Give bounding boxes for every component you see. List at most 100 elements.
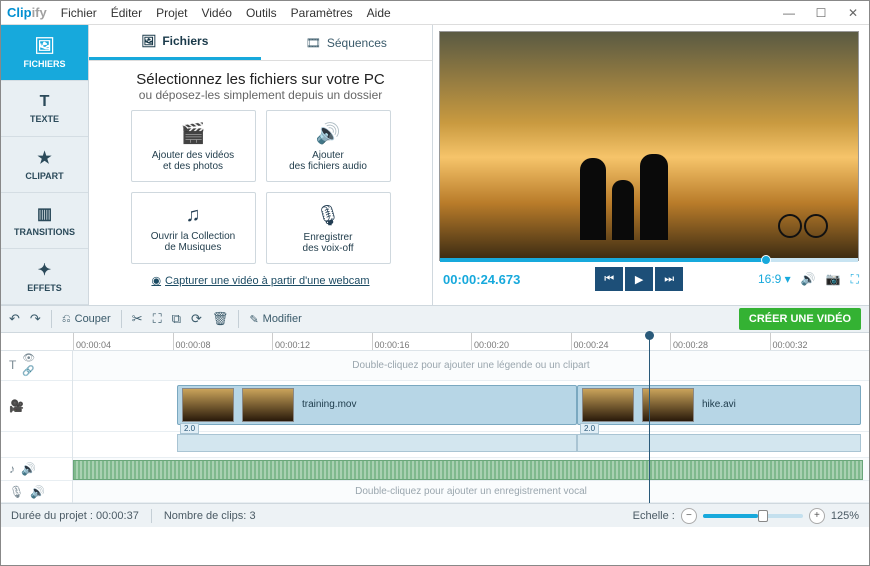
clip-count-label: Nombre de clips: 3: [164, 510, 256, 522]
left-sidebar: 🖼 FICHIERS T TEXTE ★ CLIPART ▥TRANSITIONS ✦…: [1, 25, 89, 305]
linked-audio-lane[interactable]: [73, 432, 869, 458]
text-lane[interactable]: Double-cliquez pour ajouter une légende …: [73, 351, 869, 381]
zoom-out-button[interactable]: −: [681, 508, 697, 524]
ruler-tick: 00:00:32: [770, 333, 870, 350]
video-clip-2[interactable]: hike.avi 2.0: [577, 385, 861, 425]
vocal-lane[interactable]: Double-cliquez pour ajouter un enregistr…: [73, 481, 869, 503]
edit-button[interactable]: ✎Modifier: [249, 313, 301, 326]
speaker-icon[interactable]: 🔊: [30, 485, 45, 499]
create-video-button[interactable]: CRÉER UNE VIDÉO: [739, 308, 861, 330]
track-head-vocal[interactable]: 🎙🔊: [1, 481, 72, 503]
linked-audio-clip-2[interactable]: [577, 434, 861, 452]
tab-sequences[interactable]: 🎞 Séquences: [261, 25, 433, 60]
clip-thumbnail: [182, 388, 234, 422]
track-head-video[interactable]: 🎥: [1, 381, 72, 432]
tile-add-video-photo[interactable]: 🎬Ajouter des vidéoset des photos: [131, 110, 256, 182]
snapshot-icon[interactable]: 📷: [826, 272, 841, 286]
menu-fichier[interactable]: Fichier: [61, 6, 97, 20]
speaker-icon[interactable]: 🔊: [21, 462, 36, 476]
sidebar-item-label: CLIPART: [25, 171, 63, 181]
image-icon: 🖼: [34, 36, 54, 56]
copy-icon[interactable]: ⧉: [172, 311, 181, 327]
music-clip[interactable]: [73, 460, 863, 480]
eye-icon[interactable]: 👁: [22, 353, 35, 364]
project-duration-label: Durée du projet : 00:00:37: [11, 510, 139, 522]
sidebar-item-fichiers[interactable]: 🖼 FICHIERS: [1, 25, 88, 81]
mic-icon: 🎙: [315, 203, 340, 228]
image-icon: 🖼: [141, 34, 156, 48]
linked-audio-clip-1[interactable]: [177, 434, 577, 452]
sidebar-item-label: TEXTE: [30, 114, 59, 124]
ruler-tick: 00:00:12: [272, 333, 372, 350]
tile-add-audio[interactable]: 🔊Ajouterdes fichiers audio: [266, 110, 391, 182]
film-icon: 🎞: [306, 36, 321, 50]
webcam-icon: ◉: [151, 274, 161, 287]
menu-video[interactable]: Vidéo: [201, 6, 231, 20]
zoom-in-button[interactable]: +: [809, 508, 825, 524]
rotate-icon[interactable]: ⟳: [191, 311, 202, 327]
playhead[interactable]: [649, 333, 650, 503]
app-name: Clipify: [7, 5, 47, 20]
sidebar-item-label: TRANSITIONS: [14, 227, 75, 237]
video-lane[interactable]: training.mov 2.0 hike.avi 2.0: [73, 381, 869, 432]
sidebar-item-label: FICHIERS: [23, 59, 65, 69]
clip-name: training.mov: [302, 399, 356, 410]
files-panel: 🖼Fichiers 🎞Séquences Sélectionnez les fi…: [89, 25, 433, 305]
next-button[interactable]: ⏭: [655, 267, 683, 291]
timeline-tracks: T 👁 🔗 🎥 ♪🔊 🎙🔊 Double-cliquez pour ajouter …: [1, 351, 869, 503]
panel-subtitle: ou déposez-les simplement depuis un doss…: [139, 88, 382, 102]
text-icon: T: [9, 358, 16, 372]
video-clip-1[interactable]: training.mov 2.0: [177, 385, 577, 425]
play-button[interactable]: ▶: [625, 267, 653, 291]
window-maximize[interactable]: ☐: [811, 6, 831, 20]
crop-icon[interactable]: ⛶: [153, 311, 162, 327]
timeline-ruler[interactable]: 00:00:04 00:00:08 00:00:12 00:00:16 00:0…: [1, 333, 869, 351]
webcam-capture-link[interactable]: ◉Capturer une vidéo à partir d'une webca…: [151, 274, 369, 287]
window-minimize[interactable]: —: [779, 6, 799, 20]
camera-icon: 🎥: [9, 399, 24, 413]
volume-icon[interactable]: 🔊: [801, 272, 816, 286]
tile-record-voiceover[interactable]: 🎙Enregistrerdes voix-off: [266, 192, 391, 264]
zoom-slider[interactable]: [703, 514, 803, 518]
scale-label: Echelle :: [633, 510, 675, 522]
preview-scrubber[interactable]: [440, 258, 858, 262]
clapper-icon: 🎬: [181, 121, 206, 146]
preview-video[interactable]: [439, 31, 859, 261]
menu-aide[interactable]: Aide: [367, 6, 391, 20]
preview-timecode: 00:00:24.673: [443, 272, 520, 287]
menu-editer[interactable]: Éditer: [111, 6, 142, 20]
sidebar-item-transitions[interactable]: ▥TRANSITIONS: [1, 193, 88, 249]
track-head-audio1[interactable]: [1, 432, 72, 458]
prev-button[interactable]: ⏮: [595, 267, 623, 291]
pencil-icon: ✎: [249, 313, 258, 326]
track-head-audio2[interactable]: ♪🔊: [1, 458, 72, 482]
tab-label: Séquences: [327, 36, 387, 50]
window-close[interactable]: ✕: [843, 6, 863, 20]
clip-thumbnail: [242, 388, 294, 422]
menu-parametres[interactable]: Paramètres: [291, 6, 353, 20]
text-icon: T: [40, 93, 50, 111]
redo-button[interactable]: ↷: [30, 311, 41, 327]
delete-icon[interactable]: 🗑: [212, 311, 229, 327]
link-icon[interactable]: 🔗: [22, 366, 35, 377]
menu-projet[interactable]: Projet: [156, 6, 187, 20]
menu-outils[interactable]: Outils: [246, 6, 277, 20]
music-lane[interactable]: [73, 458, 869, 482]
menu-items: Fichier Éditer Projet Vidéo Outils Param…: [61, 6, 391, 20]
tile-music-collection[interactable]: ♫Ouvrir la Collectionde Musiques: [131, 192, 256, 264]
undo-button[interactable]: ↶: [9, 311, 20, 327]
speaker-icon: 🔊: [316, 121, 341, 146]
fullscreen-icon[interactable]: ⛶: [851, 272, 859, 287]
tab-fichiers[interactable]: 🖼Fichiers: [89, 25, 261, 60]
timeline-toolbar: ↶ ↷ ⎌Couper ✂ ⛶ ⧉ ⟳ 🗑 ✎Modifier CRÉER UN…: [1, 305, 869, 333]
menubar: Clipify Fichier Éditer Projet Vidéo Outi…: [1, 1, 869, 25]
aspect-ratio-dropdown[interactable]: 16:9 ▾: [758, 272, 791, 286]
ruler-tick: 00:00:20: [471, 333, 571, 350]
cut-button[interactable]: ⎌Couper: [62, 313, 111, 326]
star-icon: ★: [37, 148, 51, 168]
sidebar-item-texte[interactable]: T TEXTE: [1, 81, 88, 137]
scissors-icon[interactable]: ✂: [132, 311, 143, 327]
sidebar-item-clipart[interactable]: ★ CLIPART: [1, 137, 88, 193]
track-head-text[interactable]: T 👁 🔗: [1, 351, 72, 381]
sidebar-item-effets[interactable]: ✦EFFETS: [1, 249, 88, 305]
